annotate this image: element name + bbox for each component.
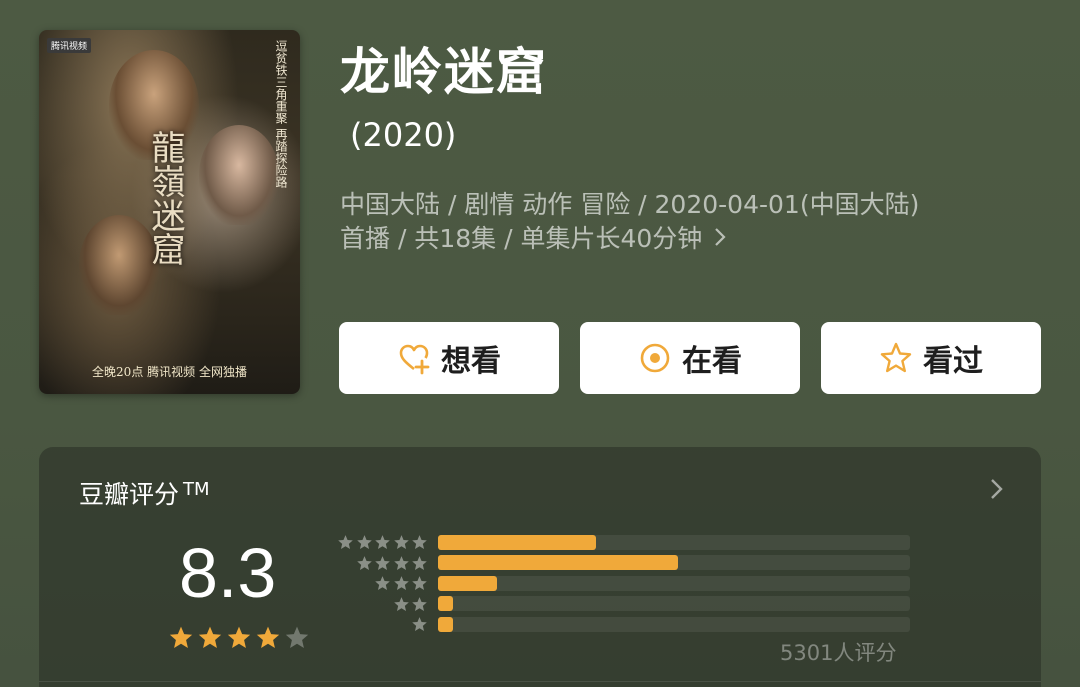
star-icon — [393, 555, 409, 570]
rating-title: 豆瓣评分 TM — [79, 475, 210, 511]
star-icon — [393, 535, 409, 550]
star-icon — [412, 617, 427, 632]
star-icon — [375, 535, 390, 550]
rating-bar-track — [438, 555, 910, 570]
rating-bar-track — [438, 575, 910, 591]
show-year: (2020) — [350, 116, 457, 154]
rating-bar-fill — [438, 575, 497, 591]
star-icon — [393, 596, 409, 611]
rating-bar-track — [438, 534, 910, 550]
star-icon — [356, 555, 372, 570]
rating-bar-track — [438, 616, 910, 632]
poster-image[interactable]: 腾讯视频 逗贫铁三角重聚 再踏探险路 龍嶺迷窟 全晚20点 腾讯视频 全网独播 — [39, 30, 300, 394]
poster-side-text: 逗贫铁三角重聚 再踏探险路 — [274, 40, 288, 188]
star-icon — [375, 555, 390, 570]
row-stars — [335, 555, 428, 571]
trademark-mark: TM — [183, 479, 210, 500]
meta-line-2: 首播 / 共18集 / 单集片长40分钟 — [340, 222, 1020, 256]
star-icon — [412, 555, 427, 570]
star-icon — [412, 535, 427, 550]
rating-bar-fill — [438, 616, 454, 632]
rating-count: 5301人评分 — [780, 641, 897, 665]
star-icon — [198, 626, 222, 648]
divider — [39, 681, 1041, 682]
rating-score: 8.3 — [179, 534, 277, 612]
star-icon — [393, 576, 409, 591]
star-icon — [412, 596, 427, 611]
rating-title-text: 豆瓣评分 — [79, 480, 180, 509]
chevron-right-icon[interactable] — [989, 477, 1005, 501]
star-icon — [256, 626, 280, 648]
chevron-right-icon — [714, 222, 726, 256]
meta-line-2-text: 首播 / 共18集 / 单集片长40分钟 — [340, 224, 703, 253]
poster-bottom-text: 全晚20点 腾讯视频 全网独播 — [92, 365, 247, 379]
poster-title: 龍嶺迷窟 — [145, 130, 185, 266]
star-icon — [169, 626, 193, 648]
heart-plus-icon — [397, 341, 431, 375]
rating-panel[interactable]: 豆瓣评分 TM 8.3 5301人评分 — [39, 447, 1041, 687]
show-title: 龙岭迷窟 — [340, 43, 548, 101]
watching-label: 在看 — [682, 344, 742, 379]
watching-button[interactable]: 在看 — [580, 322, 800, 394]
row-stars — [335, 575, 428, 591]
watched-button[interactable]: 看过 — [821, 322, 1041, 394]
star-icon — [375, 576, 390, 591]
row-stars — [335, 616, 428, 632]
meta-line-1: 中国大陆 / 剧情 动作 冒险 / 2020-04-01(中国大陆) — [340, 190, 920, 219]
star-icon — [356, 535, 372, 550]
rating-bar-fill — [438, 596, 454, 611]
rating-stars — [168, 625, 313, 651]
circle-dot-icon — [638, 341, 672, 375]
rating-bar-track — [438, 596, 910, 611]
poster-tag: 腾讯视频 — [47, 38, 92, 53]
star-outline-icon — [879, 341, 913, 375]
row-stars — [335, 596, 428, 612]
star-icon — [285, 626, 309, 648]
want-to-watch-label: 想看 — [441, 344, 501, 379]
star-icon — [338, 535, 353, 550]
star-icon — [227, 626, 251, 648]
rating-bar-fill — [438, 555, 678, 570]
rating-bar-fill — [438, 534, 597, 550]
star-icon — [412, 576, 427, 591]
row-stars — [335, 534, 428, 550]
watched-label: 看过 — [923, 344, 983, 379]
show-meta[interactable]: 中国大陆 / 剧情 动作 冒险 / 2020-04-01(中国大陆) 首播 / … — [340, 188, 1020, 256]
want-to-watch-button[interactable]: 想看 — [339, 322, 559, 394]
